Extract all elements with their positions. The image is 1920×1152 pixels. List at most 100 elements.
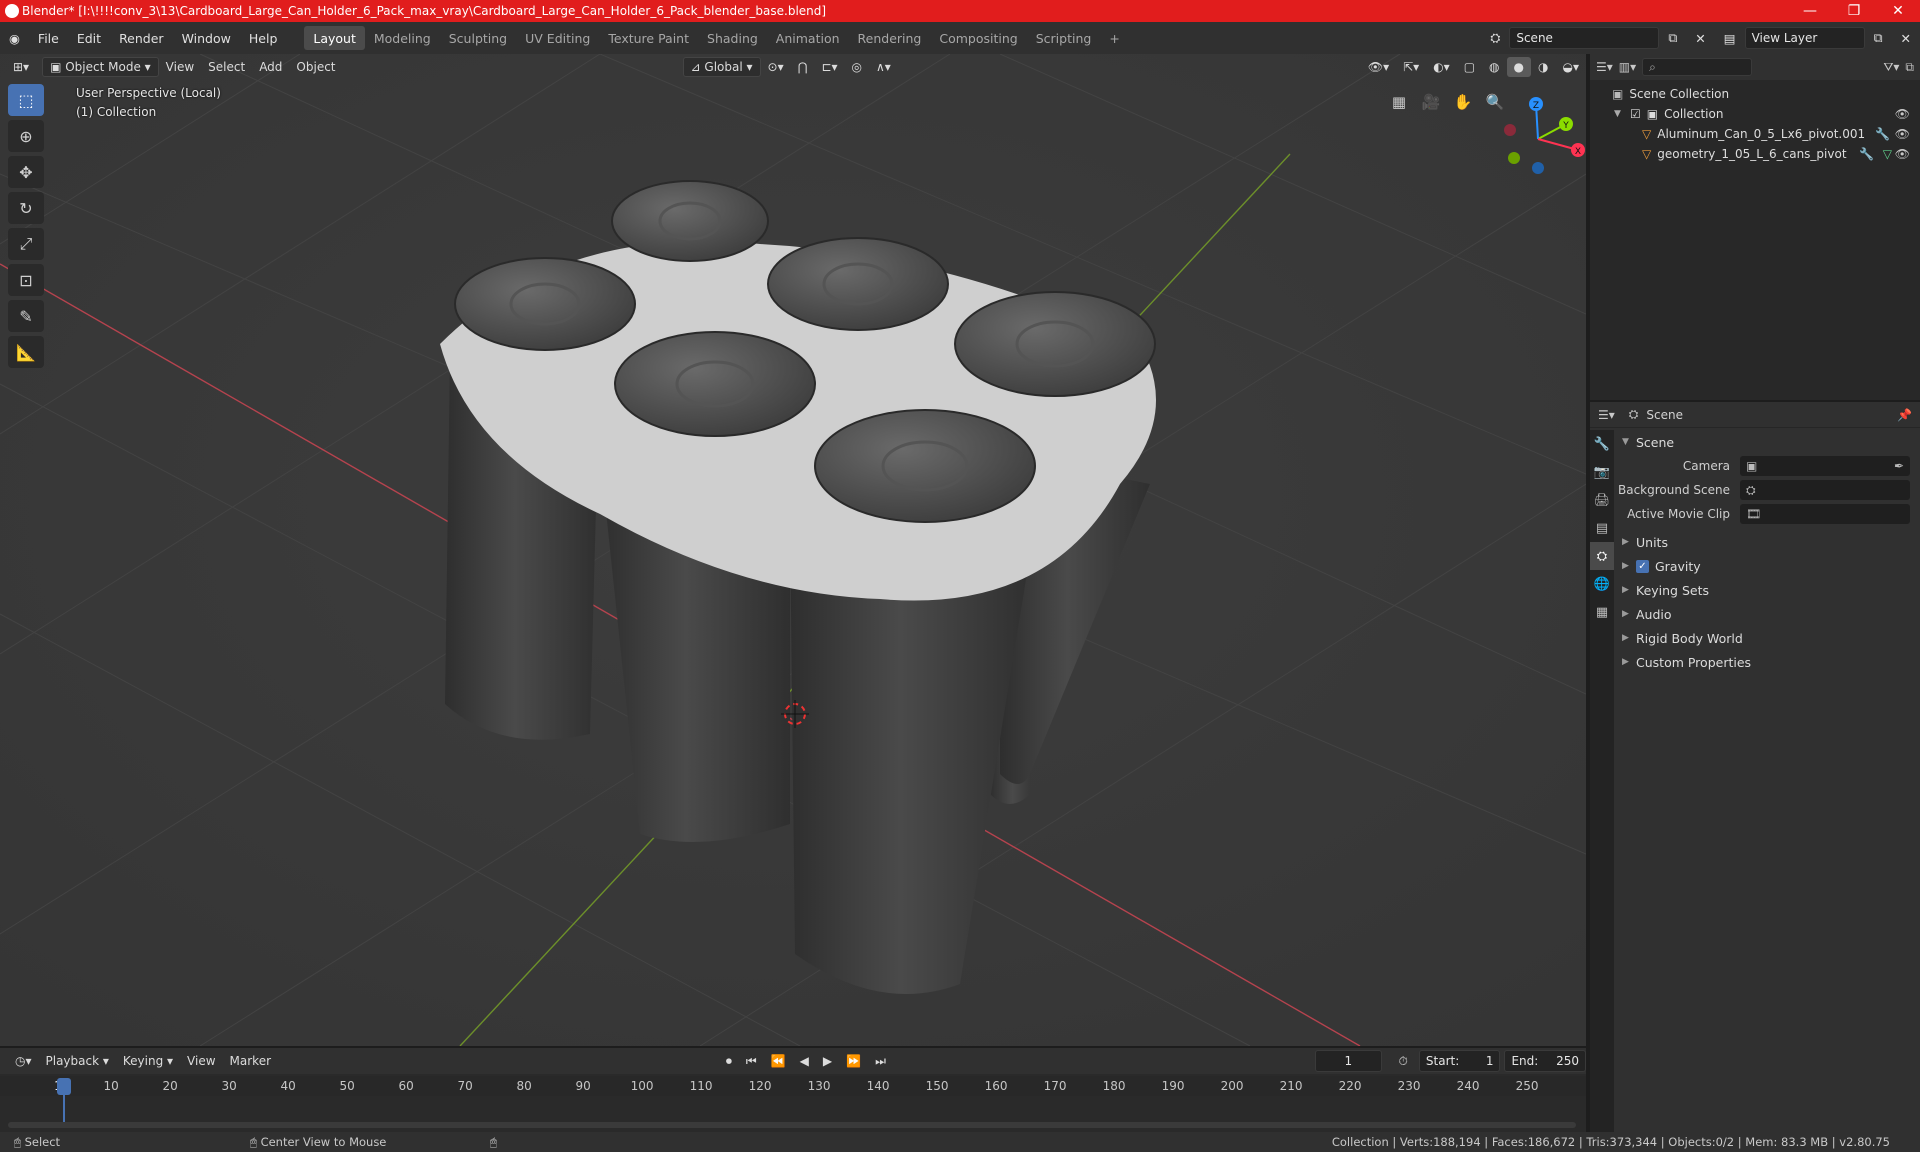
material-shading-icon[interactable]: ◑ — [1531, 57, 1555, 77]
tab-layout[interactable]: Layout — [304, 26, 365, 50]
collection-expand-icon[interactable]: ▼ — [1614, 109, 1630, 119]
grid-toggle-icon[interactable]: ▦ — [1385, 88, 1413, 116]
prev-keyframe-icon[interactable]: ⏪ — [764, 1051, 793, 1071]
outliner-scene-collection[interactable]: ▣ Scene Collection — [1590, 84, 1920, 104]
tab-compositing[interactable]: Compositing — [930, 26, 1026, 50]
scene-name-field[interactable]: Scene — [1509, 27, 1660, 49]
audio-panel-header[interactable]: ▶ Audio — [1616, 602, 1920, 626]
outliner-object-row[interactable]: ▽ Aluminum_Can_0_5_Lx6_pivot.001 🔧 👁 — [1590, 124, 1920, 144]
rendered-shading-icon[interactable]: ◒▾ — [1556, 57, 1587, 77]
delete-view-layer-icon[interactable]: ✕ — [1892, 26, 1920, 50]
view-layer-browse-icon[interactable]: ▤ — [1715, 26, 1745, 50]
tab-sculpting[interactable]: Sculpting — [440, 26, 516, 50]
scene-panel-header[interactable]: ▼ Scene — [1616, 430, 1920, 454]
frame-ruler[interactable]: 1102030405060708090100110120130140150160… — [0, 1076, 1586, 1096]
camera-view-icon[interactable]: 🎥 — [1417, 88, 1445, 116]
mode-dropdown[interactable]: ▣ Object Mode ▾ — [42, 57, 159, 77]
active-movie-clip-field[interactable]: 🎞 — [1740, 504, 1910, 524]
jump-start-icon[interactable]: ⏮ — [739, 1051, 764, 1071]
minimize-button[interactable]: — — [1788, 0, 1832, 22]
proportional-edit-icon[interactable]: ◎ — [845, 57, 869, 77]
timeline-editor-type-icon[interactable]: ◷▾ — [8, 1051, 39, 1071]
end-frame-field[interactable]: End: 250 — [1504, 1050, 1586, 1072]
rigid-body-world-panel-header[interactable]: ▶ Rigid Body World — [1616, 626, 1920, 650]
view-layer-tab-icon[interactable]: ▤ — [1590, 514, 1614, 542]
properties-editor-type-icon[interactable]: ☰▾ — [1598, 408, 1615, 422]
pivot-icon[interactable]: ⊙▾ — [761, 57, 791, 77]
marker-menu[interactable]: Marker — [223, 1051, 278, 1071]
scene-browse-icon[interactable]: ⛭ — [1481, 26, 1509, 50]
view-menu[interactable]: View — [159, 57, 201, 77]
play-reverse-icon[interactable]: ◀ — [793, 1051, 816, 1071]
outliner-search-input[interactable]: ⌕ — [1642, 58, 1753, 76]
menu-file[interactable]: File — [29, 26, 68, 50]
custom-properties-panel-header[interactable]: ▶ Custom Properties — [1616, 650, 1920, 674]
blender-menu-icon[interactable]: ◉ — [0, 26, 29, 50]
tab-scripting[interactable]: Scripting — [1027, 26, 1101, 50]
select-box-tool-icon[interactable]: ⬚ — [8, 84, 44, 116]
keying-sets-panel-header[interactable]: ▶ Keying Sets — [1616, 578, 1920, 602]
tool-tab-icon[interactable]: 🔧 — [1590, 430, 1614, 458]
play-icon[interactable]: ▶ — [816, 1051, 839, 1071]
maximize-button[interactable]: ❐ — [1832, 0, 1876, 22]
units-panel-header[interactable]: ▶ Units — [1616, 530, 1920, 554]
move-tool-icon[interactable]: ✥ — [8, 156, 44, 188]
tab-uv-editing[interactable]: UV Editing — [516, 26, 599, 50]
timeline-view-menu[interactable]: View — [180, 1051, 222, 1071]
pan-hand-icon[interactable]: ✋ — [1449, 88, 1477, 116]
display-mode-icon[interactable]: ▥▾ — [1619, 60, 1636, 74]
current-frame-field[interactable]: 1 — [1315, 1050, 1382, 1072]
menu-help[interactable]: Help — [240, 26, 287, 50]
scale-tool-icon[interactable]: ⤢ — [8, 228, 44, 260]
collection-checkbox[interactable]: ☑ — [1630, 107, 1641, 121]
collection-visibility-eye-icon[interactable]: 👁 — [1895, 107, 1910, 121]
new-collection-icon[interactable]: ⧉ — [1905, 60, 1914, 75]
rotate-tool-icon[interactable]: ↻ — [8, 192, 44, 224]
editor-type-icon[interactable]: ⊞▾ — [6, 57, 36, 77]
gravity-panel-header[interactable]: ▶ ✓ Gravity — [1616, 554, 1920, 578]
object-visibility-eye-icon[interactable]: 👁 — [1895, 147, 1910, 161]
object-menu[interactable]: Object — [289, 57, 342, 77]
snap-icon[interactable]: ⋂ — [791, 57, 815, 77]
pin-icon[interactable]: 📌 — [1897, 408, 1912, 422]
navigation-gizmo[interactable]: Y Z X — [1500, 94, 1586, 184]
background-scene-field[interactable]: ⛭ — [1740, 480, 1910, 500]
add-menu[interactable]: Add — [252, 57, 289, 77]
start-frame-field[interactable]: Start: 1 — [1418, 1050, 1501, 1072]
world-tab-icon[interactable]: 🌐 — [1590, 570, 1614, 598]
view-layer-field[interactable]: View Layer — [1744, 27, 1865, 49]
falloff-icon[interactable]: ∧▾ — [869, 57, 898, 77]
record-button-icon[interactable]: ⏺ — [719, 1051, 739, 1071]
eyedropper-icon[interactable]: ✒ — [1894, 459, 1910, 473]
cursor-tool-icon[interactable]: ⊕ — [8, 120, 44, 152]
snap-target-icon[interactable]: ⊏▾ — [814, 57, 844, 77]
mesh-data-icon[interactable]: ▽ — [1883, 147, 1892, 161]
timeline-scrollbar[interactable] — [8, 1122, 1576, 1128]
outliner-editor-type-icon[interactable]: ☰▾ — [1596, 60, 1613, 74]
overlays-icon[interactable]: ◐▾ — [1426, 57, 1457, 77]
preview-range-icon[interactable]: ⏱ — [1392, 1051, 1415, 1071]
orientation-dropdown[interactable]: ⊿ Global ▾ — [682, 57, 761, 77]
solid-shading-icon[interactable]: ● — [1506, 57, 1532, 77]
outliner-collection-row[interactable]: ▼ ☑ ▣ Collection 👁 — [1590, 104, 1920, 124]
delete-scene-icon[interactable]: ✕ — [1686, 26, 1714, 50]
playhead-marker[interactable] — [57, 1078, 71, 1095]
next-keyframe-icon[interactable]: ⏩ — [839, 1051, 868, 1071]
menu-window[interactable]: Window — [173, 26, 240, 50]
jump-end-icon[interactable]: ⏭ — [868, 1051, 893, 1071]
modifier-wrench-icon[interactable]: 🔧 — [1875, 127, 1890, 141]
object-visibility-eye-icon[interactable]: 👁 — [1895, 127, 1910, 141]
outliner-object-row[interactable]: ▽ geometry_1_05_L_6_cans_pivot 🔧 ▽ 👁 — [1590, 144, 1920, 164]
output-tab-icon[interactable]: 🖨 — [1590, 486, 1614, 514]
wireframe-shading-icon[interactable]: ◍ — [1482, 57, 1506, 77]
filter-icon[interactable]: ⛛▾ — [1883, 60, 1899, 75]
texture-tab-icon[interactable]: ▦ — [1590, 598, 1614, 626]
tab-texture-paint[interactable]: Texture Paint — [599, 26, 698, 50]
gravity-checkbox[interactable]: ✓ — [1636, 559, 1649, 573]
keying-menu[interactable]: Keying ▾ — [116, 1051, 180, 1071]
tab-modeling[interactable]: Modeling — [365, 26, 440, 50]
camera-field[interactable]: ▣ ✒ — [1740, 456, 1910, 476]
close-button[interactable]: ✕ — [1876, 0, 1920, 22]
scene-tab-icon[interactable]: ⛭ — [1590, 542, 1614, 570]
modifier-wrench-icon[interactable]: 🔧 — [1859, 147, 1874, 161]
